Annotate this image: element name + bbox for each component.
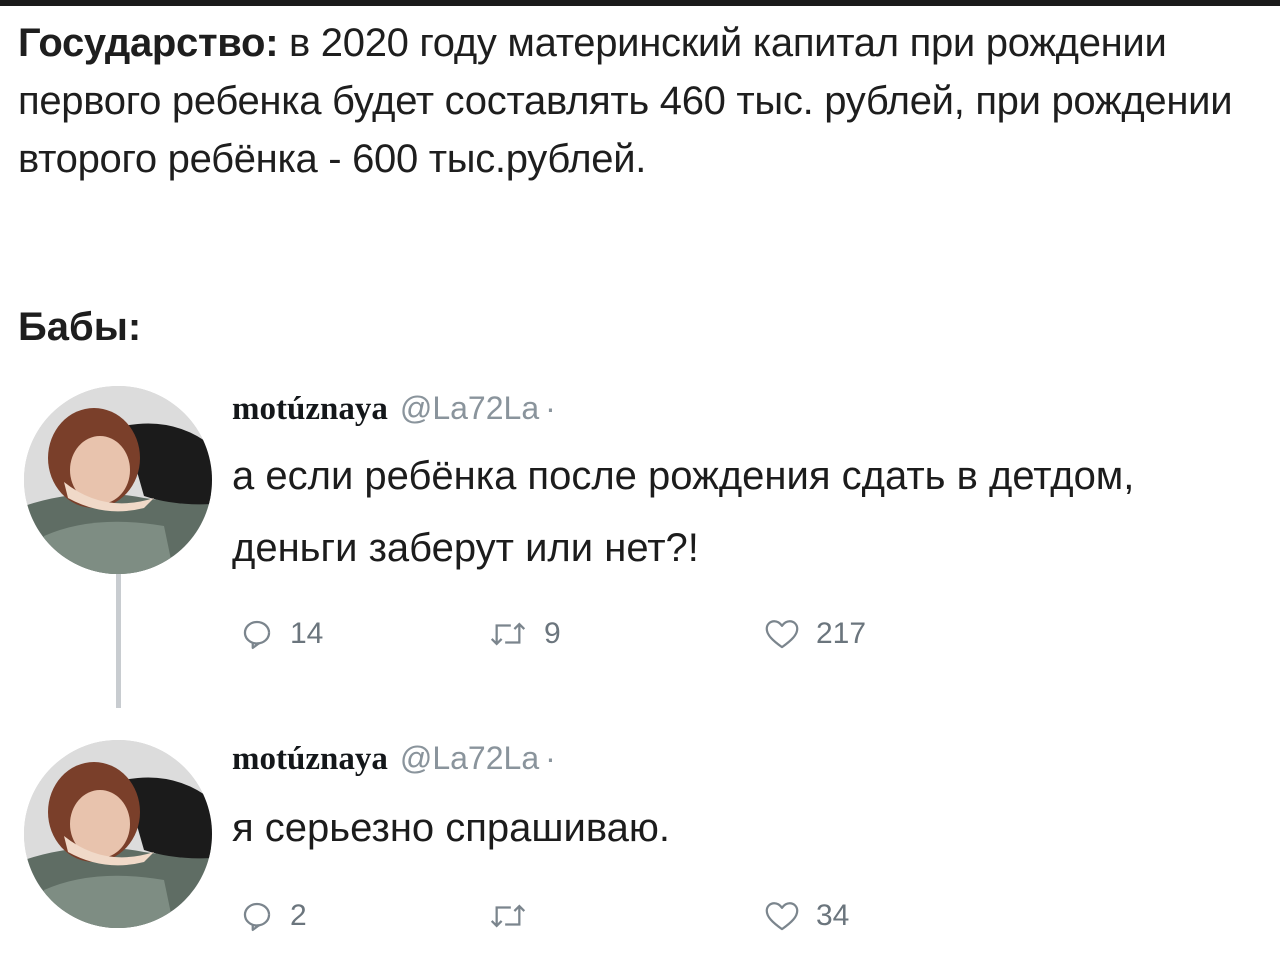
avatar[interactable] [24, 740, 212, 928]
author-handle[interactable]: @La72La [400, 740, 539, 776]
tweet-header: motúznaya @La72La · [232, 736, 556, 781]
retweet-icon [490, 622, 526, 646]
retweet-count: 9 [544, 617, 561, 650]
like-count: 34 [816, 899, 850, 932]
heart-icon [765, 620, 799, 649]
separator-dot: · [545, 390, 556, 426]
reply-lead: Бабы: [18, 305, 142, 349]
like-count: 217 [816, 617, 867, 650]
tweet-header: motúznaya @La72La · [232, 386, 556, 431]
reply-button[interactable]: 14 [240, 614, 323, 654]
avatar[interactable] [24, 386, 212, 574]
author-name[interactable]: motúznaya [232, 391, 388, 427]
intro-lead: Государство: [18, 21, 279, 65]
like-button[interactable]: 34 [764, 896, 849, 936]
reply-icon [243, 620, 271, 650]
top-border [0, 0, 1280, 6]
separator-dot: · [545, 740, 556, 776]
retweet-icon [490, 904, 526, 928]
author-name[interactable]: motúznaya [232, 741, 388, 777]
avatar-image [24, 740, 212, 928]
avatar-image [24, 386, 212, 574]
retweet-button[interactable] [488, 896, 544, 936]
thread-line [116, 570, 121, 708]
heart-icon [765, 902, 799, 931]
reply-icon [243, 902, 271, 932]
tweet-actions: 2 34 [232, 896, 932, 936]
tweet-text: а если ребёнка после рождения сдать в де… [232, 454, 1135, 570]
retweet-button[interactable]: 9 [488, 614, 561, 654]
intro-text: Государство: в 2020 году материнский кап… [18, 14, 1248, 188]
reply-count: 14 [290, 617, 324, 650]
tweet-text: я серьезно спрашиваю. [232, 806, 671, 850]
reply-button[interactable]: 2 [240, 896, 307, 936]
reply-count: 2 [290, 899, 307, 932]
author-handle[interactable]: @La72La [400, 390, 539, 426]
like-button[interactable]: 217 [764, 614, 866, 654]
tweet-actions: 14 9 217 [232, 614, 932, 654]
